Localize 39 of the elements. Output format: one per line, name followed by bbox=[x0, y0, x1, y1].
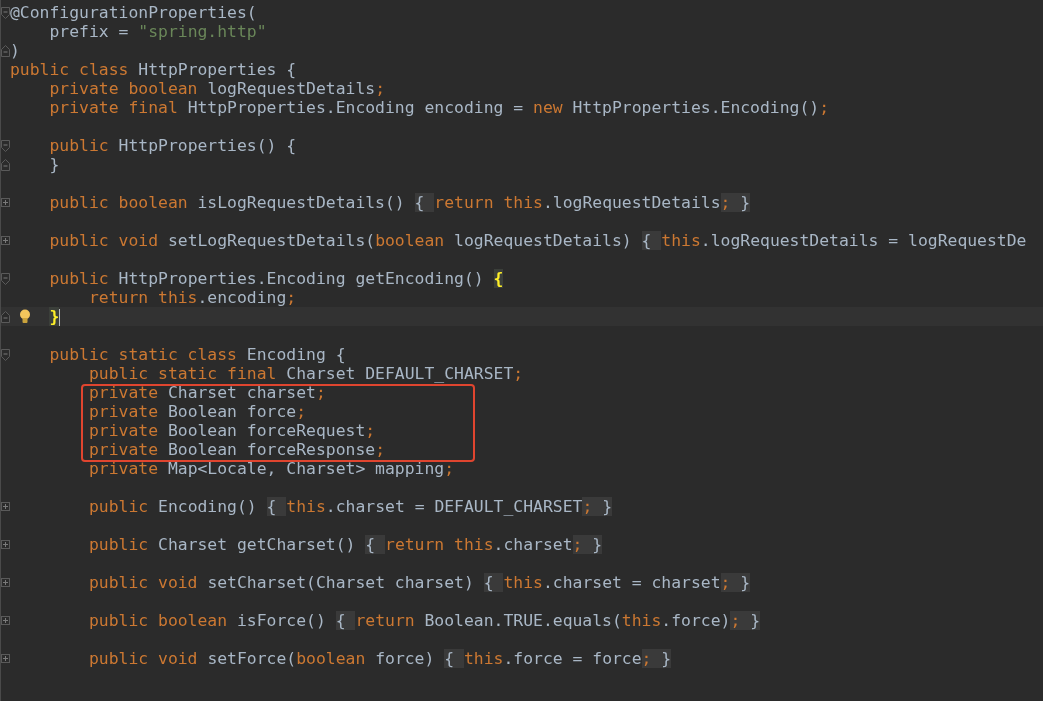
code-line: public class HttpProperties { bbox=[10, 60, 297, 79]
fold-icon[interactable] bbox=[1, 272, 10, 285]
fold-icon[interactable] bbox=[1, 6, 10, 19]
expand-icon[interactable] bbox=[1, 502, 10, 511]
lightbulb-icon[interactable] bbox=[19, 309, 31, 324]
code-line: private Map<Locale, Charset> mapping; bbox=[87, 459, 455, 478]
code-line: public void setForce(boolean force) { this.force = force; } bbox=[87, 649, 672, 668]
code-line: @ConfigurationProperties( bbox=[10, 3, 257, 22]
code-line: private Boolean forceRequest; bbox=[87, 421, 376, 440]
code-line: public static class Encoding { bbox=[48, 345, 346, 364]
code-line: public void setCharset(Charset charset) { this.charset = charset; } bbox=[87, 573, 751, 592]
code-line: private Boolean forceResponse; bbox=[87, 440, 385, 459]
code-line: public static final Charset DEFAULT_CHARSET; bbox=[87, 364, 524, 383]
code-line: public HttpProperties.Encoding getEncoding() { bbox=[48, 269, 504, 288]
code-line: public boolean isLogRequestDetails() { return this.logRequestDetails; } bbox=[48, 193, 751, 212]
fold-icon[interactable] bbox=[1, 139, 10, 152]
code-line: public HttpProperties() { bbox=[48, 136, 297, 155]
fold-icon[interactable] bbox=[1, 44, 10, 57]
code-line: private Boolean force; bbox=[87, 402, 307, 421]
expand-icon[interactable] bbox=[1, 578, 10, 587]
fold-icon[interactable] bbox=[1, 158, 10, 171]
expand-icon[interactable] bbox=[1, 236, 10, 245]
code-line: private boolean logRequestDetails; bbox=[48, 79, 385, 98]
fold-icon[interactable] bbox=[1, 310, 10, 323]
expand-icon[interactable] bbox=[1, 540, 10, 549]
expand-icon[interactable] bbox=[1, 616, 10, 625]
code-line: public Charset getCharset() { return this.charset; } bbox=[87, 535, 603, 554]
expand-icon[interactable] bbox=[1, 654, 10, 663]
fold-icon[interactable] bbox=[1, 348, 10, 361]
code-line: ) bbox=[10, 41, 20, 60]
code-line: public void setLogRequestDetails(boolean logRequestDetails) { this.logRequestDetails = logRequestDe bbox=[48, 231, 1027, 250]
expand-icon[interactable] bbox=[1, 198, 10, 207]
code-line: public Encoding() { this.charset = DEFAULT_CHARSET; } bbox=[87, 497, 613, 516]
code-line: private Charset charset; bbox=[87, 383, 326, 402]
code-line: } bbox=[48, 155, 60, 174]
code-line: prefix = "spring.http" bbox=[48, 22, 267, 41]
code-line: private final HttpProperties.Encoding encoding = new HttpProperties.Encoding(); bbox=[48, 98, 830, 117]
code-line: return this.encoding; bbox=[87, 288, 297, 307]
code-line: public boolean isForce() { return Boolean.TRUE.equals(this.force); } bbox=[87, 611, 761, 630]
